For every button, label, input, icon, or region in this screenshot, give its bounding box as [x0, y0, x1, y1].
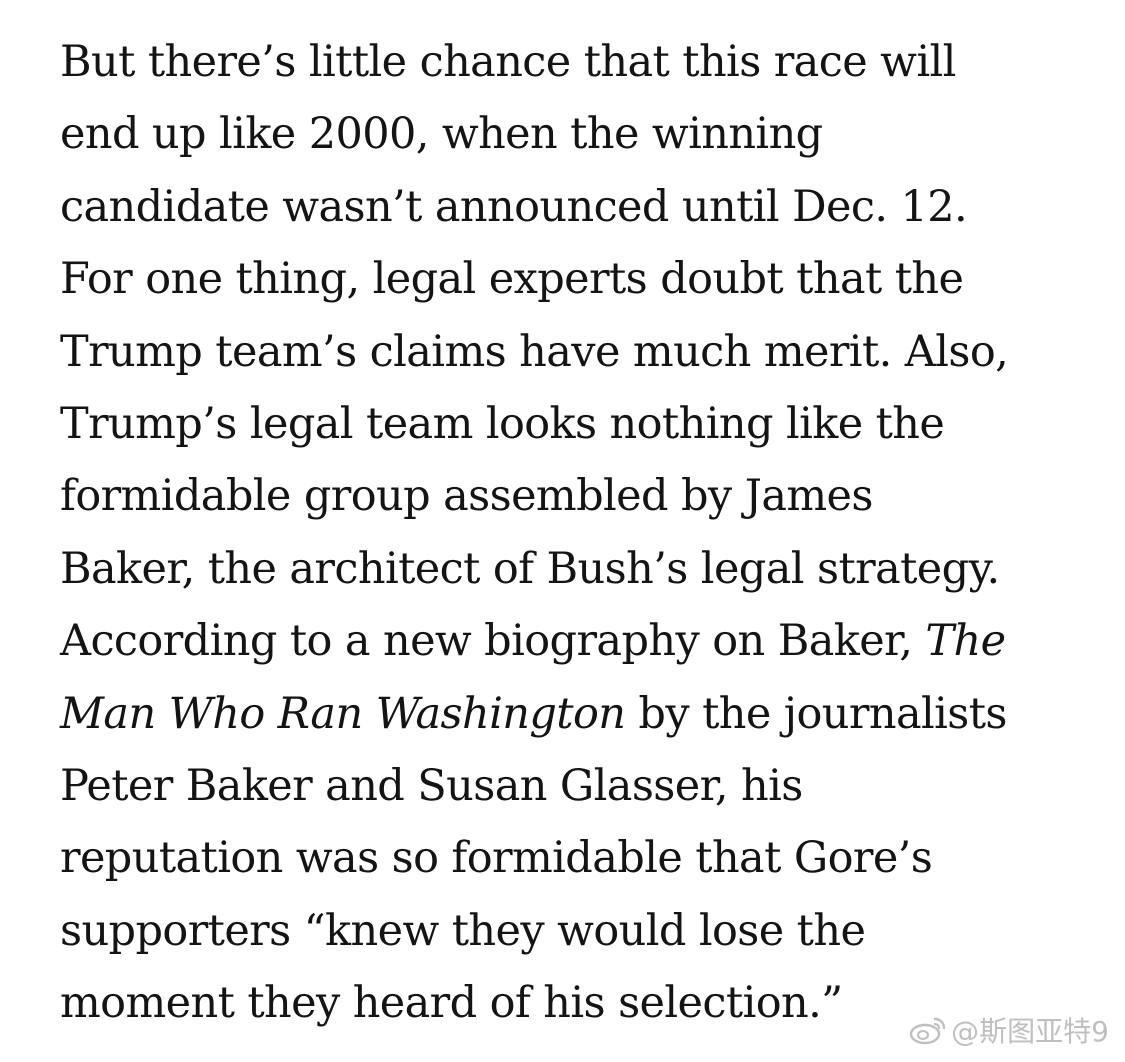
text-line: supporters “knew they would lose the: [60, 905, 866, 956]
text-line: reputation was so formidable that Gore’s: [60, 833, 933, 884]
book-title-part: Man Who Ran Washington: [60, 688, 626, 739]
text-segment: According to a new biography on Baker,: [60, 616, 913, 667]
weibo-watermark: @斯图亚特9: [909, 1010, 1109, 1050]
text-line: But there’s little chance that this race…: [60, 37, 956, 87]
text-line: For one thing, legal experts doubt that …: [60, 254, 964, 305]
text-line: formidable group assembled by James: [60, 471, 873, 522]
text-line: Baker, the architect of Bush’s legal str…: [60, 543, 1000, 594]
text-line: According to a new biography on Baker, T…: [60, 605, 1100, 677]
book-title-part: The: [925, 616, 1006, 667]
article-text: But there’s little chance that this race…: [60, 26, 1100, 1039]
text-line: Trump’s legal team looks nothing like th…: [60, 398, 945, 449]
text-line: end up like 2000, when the winning: [60, 109, 823, 160]
text-line: Peter Baker and Susan Glasser, his: [60, 760, 803, 811]
text-line: Trump team’s claims have much merit. Als…: [60, 326, 1009, 377]
weibo-icon: [909, 1015, 947, 1045]
text-segment: by the journalists: [638, 688, 1007, 739]
watermark-text: @斯图亚特9: [951, 1015, 1109, 1048]
text-line: Man Who Ran Washington by the journalist…: [60, 678, 1100, 750]
text-line: candidate wasn’t announced until Dec. 12…: [60, 181, 968, 232]
